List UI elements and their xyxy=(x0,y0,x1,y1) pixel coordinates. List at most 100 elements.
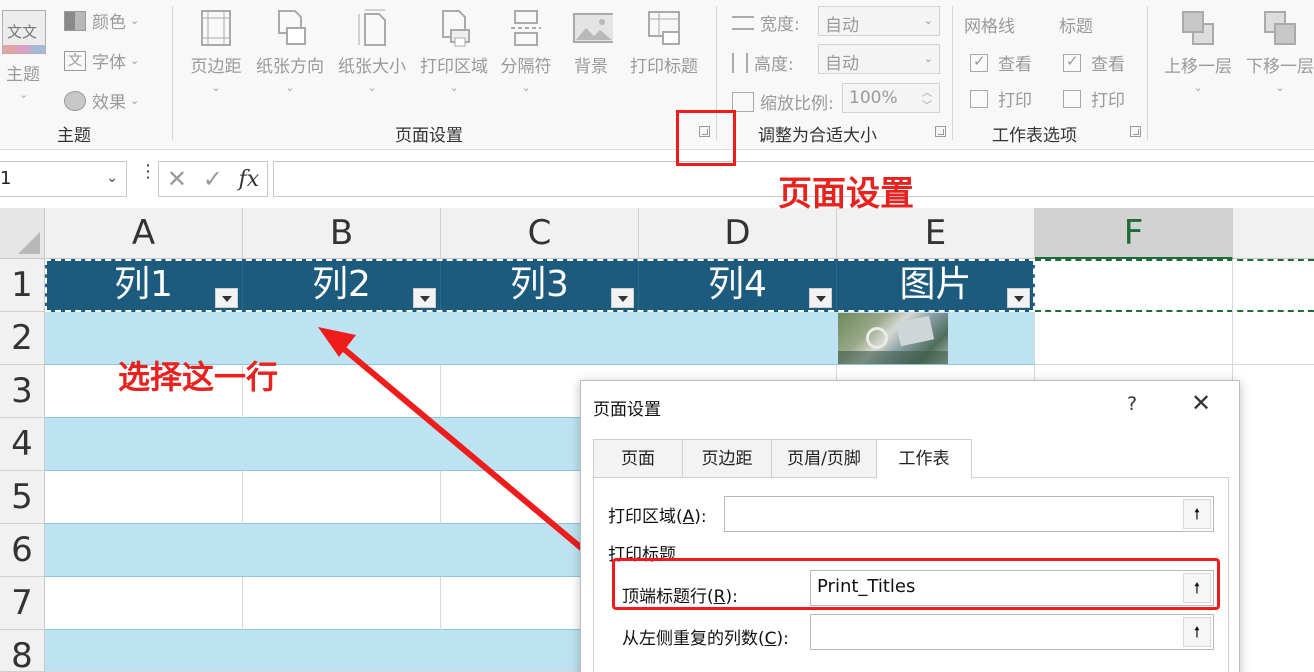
chevron-down-icon[interactable]: ⌄ xyxy=(106,170,118,186)
help-button[interactable]: ? xyxy=(1127,393,1137,415)
chevron-down-icon: ⌄ xyxy=(367,81,377,94)
sheet-options-launcher-icon[interactable] xyxy=(1130,126,1141,137)
send-backward-button[interactable]: 下移一层 ⌄ xyxy=(1240,0,1314,94)
scale-spinner[interactable]: 100% ︿ ﹀ xyxy=(842,83,940,113)
gridlines-view-checkbox[interactable]: 查看 xyxy=(970,50,1032,75)
height-icon xyxy=(732,52,748,73)
row-header-7[interactable]: 7 xyxy=(0,577,45,630)
insert-function-icon[interactable]: fx xyxy=(239,167,260,192)
row-header-3[interactable]: 3 xyxy=(0,365,45,418)
formula-bar: 1 ⌄ ⋮ ✕ ✓ fx xyxy=(0,150,1314,208)
background-button[interactable]: 背景 xyxy=(562,0,620,77)
chevron-down-icon: ⌄ xyxy=(130,14,140,27)
dialog-title: 页面设置 xyxy=(593,400,661,420)
rows-to-repeat-highlight xyxy=(612,558,1220,610)
margins-button[interactable]: 页边距 ⌄ xyxy=(186,0,246,94)
name-box[interactable]: 1 ⌄ xyxy=(0,161,127,197)
page-setup-group-label: 页面设置 xyxy=(395,126,463,146)
column-header-c[interactable]: C xyxy=(441,208,639,259)
gridlines-print-checkbox[interactable]: 打印 xyxy=(970,86,1032,111)
range-picker-icon[interactable]: 🠕 xyxy=(1183,499,1211,529)
orientation-icon xyxy=(278,10,306,45)
width-icon xyxy=(732,15,754,30)
column-header-a[interactable]: A xyxy=(45,208,243,259)
font-icon: 文 xyxy=(64,50,86,71)
ribbon-divider xyxy=(952,6,953,140)
ribbon: 文文 主题 ⌄ 颜色 ⌄ 文 字体 ⌄ 效果 ⌄ 主题 页边距 ⌄ 纸张方向 ⌄… xyxy=(0,0,1314,150)
table-header-cell[interactable]: 列4 xyxy=(639,259,837,312)
enter-icon[interactable]: ✓ xyxy=(203,165,223,193)
fonts-button[interactable]: 文 字体 ⌄ xyxy=(64,48,139,73)
table-header-cell[interactable]: 图片 xyxy=(837,259,1035,312)
headings-print-checkbox[interactable]: 打印 xyxy=(1063,86,1125,111)
spin-down-icon[interactable]: ﹀ xyxy=(922,97,932,112)
orientation-button[interactable]: 纸张方向 ⌄ xyxy=(252,0,328,94)
cancel-icon[interactable]: ✕ xyxy=(167,165,187,193)
gridline xyxy=(242,471,243,524)
gridline xyxy=(440,471,441,524)
print-area-input[interactable]: 🠕 xyxy=(724,496,1214,532)
filter-dropdown-icon[interactable] xyxy=(809,288,832,308)
row-header-1[interactable]: 1 xyxy=(0,259,45,312)
breaks-button[interactable]: 分隔符 ⌄ xyxy=(496,0,556,94)
drag-handle-icon[interactable]: ⋮ xyxy=(139,163,157,181)
range-picker-icon[interactable]: 🠕 xyxy=(1183,617,1211,647)
column-header-g[interactable] xyxy=(1233,208,1314,259)
scale-label: 缩放比例: xyxy=(732,89,834,114)
filter-dropdown-icon[interactable] xyxy=(413,288,436,308)
column-header-e[interactable]: E xyxy=(837,208,1035,259)
page-setup-dialog: 页面设置 ? ✕ 页面 页边距 页眉/页脚 工作表 打印区域(A): 🠕 打印标… xyxy=(580,380,1240,672)
bring-forward-button[interactable]: 上移一层 ⌄ xyxy=(1158,0,1238,94)
close-button[interactable]: ✕ xyxy=(1191,389,1211,417)
gridline xyxy=(1035,364,1314,365)
formula-buttons: ✕ ✓ fx xyxy=(158,161,268,197)
filter-dropdown-icon[interactable] xyxy=(611,288,634,308)
width-select[interactable]: 自动 ⌄ xyxy=(818,6,940,36)
row-header-2[interactable]: 2 xyxy=(0,312,45,365)
chevron-down-icon: ⌄ xyxy=(923,14,933,27)
themes-button[interactable]: 文文 主题 ⌄ xyxy=(0,6,50,116)
columns-to-repeat-input[interactable]: 🠕 xyxy=(810,614,1214,650)
tab-header-footer[interactable]: 页眉/页脚 xyxy=(771,439,877,477)
page-setup-launcher-highlight xyxy=(676,110,736,166)
filter-dropdown-icon[interactable] xyxy=(1007,288,1030,308)
print-area-button[interactable]: 打印区域 ⌄ xyxy=(416,0,492,94)
scale-icon xyxy=(732,91,754,112)
row-header-5[interactable]: 5 xyxy=(0,471,45,524)
table-header-cell[interactable]: 列3 xyxy=(441,259,639,312)
tab-margins[interactable]: 页边距 xyxy=(682,439,772,477)
table-header-cell[interactable]: 列1 xyxy=(45,259,243,312)
filter-dropdown-icon[interactable] xyxy=(215,288,238,308)
row-header-6[interactable]: 6 xyxy=(0,524,45,577)
colors-button[interactable]: 颜色 ⌄ xyxy=(64,8,139,33)
effects-button[interactable]: 效果 ⌄ xyxy=(64,88,139,113)
columns-to-repeat-label: 从左侧重复的列数(C): xyxy=(622,629,789,649)
dialog-tabs: 页面 页边距 页眉/页脚 工作表 xyxy=(593,439,972,479)
send-backward-icon xyxy=(1264,11,1296,45)
cell-image[interactable] xyxy=(838,313,948,364)
gridlines-heading: 网格线 xyxy=(964,17,1015,37)
tab-sheet[interactable]: 工作表 xyxy=(876,439,972,479)
annotation-select-row: 选择这一行 xyxy=(118,358,279,396)
print-titles-icon xyxy=(648,11,680,45)
size-button[interactable]: 纸张大小 ⌄ xyxy=(334,0,410,94)
headings-heading: 标题 xyxy=(1059,17,1093,37)
select-all-button[interactable] xyxy=(0,208,45,259)
height-select[interactable]: 自动 ⌄ xyxy=(818,44,940,74)
table-header-cell[interactable]: 列2 xyxy=(243,259,441,312)
ribbon-divider xyxy=(172,6,173,140)
scale-launcher-icon[interactable] xyxy=(935,126,946,137)
picture-icon xyxy=(573,13,613,43)
column-header-d[interactable]: D xyxy=(639,208,837,259)
gridline xyxy=(242,577,243,630)
chevron-down-icon: ⌄ xyxy=(1275,81,1285,94)
chevron-down-icon: ⌄ xyxy=(130,94,140,107)
row-header-8[interactable]: 8 xyxy=(0,630,45,672)
page-break-line xyxy=(1035,310,1314,312)
print-titles-button[interactable]: 打印标题 xyxy=(626,0,702,77)
headings-view-checkbox[interactable]: 查看 xyxy=(1063,50,1125,75)
column-header-f[interactable]: F xyxy=(1035,208,1233,259)
tab-page[interactable]: 页面 xyxy=(593,439,683,477)
column-header-b[interactable]: B xyxy=(243,208,441,259)
row-header-4[interactable]: 4 xyxy=(0,418,45,471)
